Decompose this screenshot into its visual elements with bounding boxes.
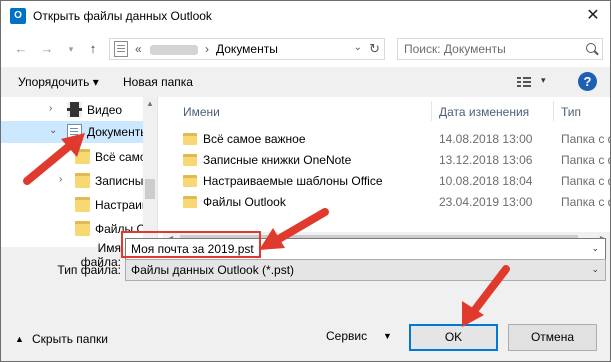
folder-icon [183, 133, 197, 145]
folder-icon [75, 173, 90, 188]
address-redacted-segment [150, 45, 198, 55]
back-arrow-icon[interactable]: ← [13, 41, 29, 57]
tree-item-onenote[interactable]: › Записные книжки OneNote [1, 170, 157, 192]
file-type: Папка с файлами [561, 132, 610, 146]
help-icon[interactable]: ? [578, 72, 597, 91]
address-current-folder[interactable]: Документы [216, 42, 278, 56]
filetype-label: Тип файла: [57, 263, 121, 277]
file-type: Папка с файлами [561, 153, 610, 167]
file-name: Всё самое важное [203, 132, 306, 146]
file-row[interactable]: Записные книжки OneNote 13.12.2018 13:06… [163, 150, 610, 171]
address-history-chevron-icon[interactable]: ⌄ [354, 42, 362, 53]
address-overflow[interactable]: « [135, 42, 142, 56]
cancel-button[interactable]: Отмена [508, 324, 597, 351]
filename-history-chevron-icon[interactable]: ⌄ [591, 243, 599, 254]
tree-item-important[interactable]: Всё самое важное [1, 146, 157, 168]
organize-button[interactable]: Упорядочить ▾ [18, 75, 99, 89]
address-bar[interactable]: « › Документы ⌄ ↻ [109, 38, 385, 60]
document-icon [67, 124, 82, 139]
file-type: Папка с файлами [561, 195, 610, 209]
file-date: 10.08.2018 18:04 [439, 174, 533, 188]
collapse-chevron-icon[interactable]: ⌄ [49, 125, 57, 136]
folder-icon [75, 149, 90, 164]
tools-button[interactable]: Сервис [326, 329, 367, 343]
column-divider[interactable] [431, 101, 432, 121]
column-divider[interactable] [553, 101, 554, 121]
scroll-up-icon[interactable]: ▲ [146, 99, 154, 108]
up-arrow-icon[interactable]: ↑ [85, 41, 101, 57]
filetype-select[interactable]: Файлы данных Outlook (*.pst) ⌄ [125, 259, 606, 281]
folder-icon [183, 175, 197, 187]
address-separator[interactable]: › [205, 42, 209, 56]
file-type: Папка с файлами [561, 174, 610, 188]
file-row[interactable]: Файлы Outlook 23.04.2019 13:00 Папка с ф… [163, 192, 610, 213]
file-name: Записные книжки OneNote [203, 153, 352, 167]
expand-chevron-icon[interactable]: › [59, 174, 62, 185]
new-folder-button[interactable]: Новая папка [123, 75, 193, 89]
search-placeholder: Поиск: Документы [404, 42, 506, 56]
title-bar: O Открыть файлы данных Outlook ✕ [1, 1, 610, 31]
close-button[interactable]: ✕ [582, 5, 604, 27]
ok-button[interactable]: OK [409, 324, 498, 351]
search-icon[interactable] [586, 43, 596, 53]
file-list-pane: Имени Дата изменения Тип Всё самое важно… [163, 97, 610, 247]
outlook-app-icon: O [10, 8, 26, 24]
folder-icon [75, 221, 90, 236]
file-row[interactable]: Всё самое важное 14.08.2018 13:00 Папка … [163, 129, 610, 150]
tools-chevron-icon[interactable]: ▼ [383, 331, 392, 341]
filetype-value: Файлы данных Outlook (*.pst) [131, 263, 295, 277]
command-toolbar: Упорядочить ▾ Новая папка ▾ ? [1, 67, 610, 97]
tree-item-office-templates[interactable]: Настраиваемые шаблоны Office [1, 194, 157, 216]
open-outlook-data-file-dialog: O Открыть файлы данных Outlook ✕ ← → ▾ ↑… [0, 0, 611, 362]
view-options-chevron-icon[interactable]: ▾ [541, 75, 546, 86]
column-header-type[interactable]: Тип [561, 105, 581, 119]
navigation-pane-scrollbar[interactable]: ▲ ▼ [143, 97, 157, 247]
recent-locations-chevron-icon[interactable]: ▾ [63, 41, 79, 57]
annotation-highlight-box [121, 231, 261, 258]
forward-arrow-icon[interactable]: → [39, 41, 55, 57]
tree-item-label: Документы [87, 125, 149, 139]
tree-item-video[interactable]: › Видео [1, 99, 143, 121]
documents-location-icon [114, 41, 128, 57]
file-date: 14.08.2018 13:00 [439, 132, 533, 146]
refresh-icon[interactable]: ↻ [369, 41, 380, 57]
file-name: Настраиваемые шаблоны Office [203, 174, 383, 188]
tree-item-label: Видео [87, 103, 123, 117]
file-date: 13.12.2018 13:06 [439, 153, 533, 167]
folder-icon [183, 196, 197, 208]
column-header-name[interactable]: Имени [183, 105, 220, 119]
column-header-date[interactable]: Дата изменения [439, 105, 529, 119]
change-view-icon[interactable] [517, 76, 533, 88]
expand-chevron-icon[interactable]: › [49, 103, 52, 114]
window-title: Открыть файлы данных Outlook [33, 9, 212, 23]
hide-folders-chevron-icon[interactable]: ▲ [15, 334, 24, 344]
scroll-thumb[interactable] [145, 179, 155, 199]
folder-icon [183, 154, 197, 166]
file-row[interactable]: Настраиваемые шаблоны Office 10.08.2018 … [163, 171, 610, 192]
file-name: Файлы Outlook [203, 195, 286, 209]
search-input[interactable]: Поиск: Документы [397, 38, 603, 60]
file-date: 23.04.2019 13:00 [439, 195, 533, 209]
video-icon [67, 102, 82, 117]
folder-icon [75, 197, 90, 212]
navigation-pane: › Видео ⌄ Документы Всё самое важное › З… [1, 97, 157, 247]
hide-folders-button[interactable]: Скрыть папки [32, 332, 108, 346]
navigation-bar: ← → ▾ ↑ « › Документы ⌄ ↻ Поиск: Докумен… [1, 31, 610, 67]
filetype-chevron-icon[interactable]: ⌄ [591, 264, 599, 275]
tree-item-documents[interactable]: ⌄ Документы [1, 121, 149, 143]
